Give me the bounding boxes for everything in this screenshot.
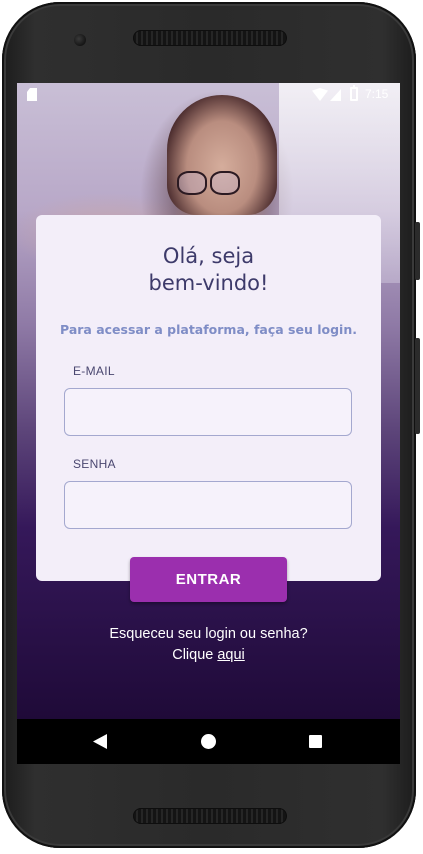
status-bar: 7:15 [17,83,400,107]
top-speaker-grille [133,30,287,46]
power-button [415,338,420,434]
battery-icon [350,85,358,101]
login-subtitle: Para acessar a plataforma, faça seu logi… [60,322,357,337]
wifi-icon [312,88,328,101]
email-label: E-MAIL [73,364,115,378]
login-card: Olá, seja bem-vindo! Para acessar a plat… [36,215,381,581]
welcome-title: Olá, seja bem-vindo! [36,243,381,297]
forgot-credentials: Esqueceu seu login ou senha? Clique aqui [17,624,400,666]
click-text: Clique [172,647,214,663]
sd-card-icon [27,88,37,101]
background-person [167,95,277,215]
signal-icon [330,89,341,101]
screen: 7:15 Olá, seja bem-vindo! Para acessar a… [17,83,400,764]
enter-button[interactable]: ENTRAR [130,557,287,602]
recents-icon[interactable] [309,735,322,748]
volume-button [415,222,420,280]
back-icon[interactable] [93,734,107,749]
background-glasses-left [177,171,207,195]
front-camera [74,34,86,46]
password-field[interactable] [64,481,352,529]
welcome-title-line1: Olá, seja [162,244,255,268]
forgot-text: Esqueceu seu login ou senha? [109,626,308,642]
bottom-speaker-grille [133,808,287,824]
status-clock: 7:15 [365,87,389,101]
here-link[interactable]: aqui [217,647,244,663]
email-field[interactable] [64,388,352,436]
navigation-bar [17,719,400,764]
welcome-title-line2: bem-vindo! [148,271,269,295]
click-here-line: Clique aqui [17,645,400,666]
background-glasses-right [210,171,240,195]
password-label: SENHA [73,457,116,471]
home-icon[interactable] [201,734,216,749]
